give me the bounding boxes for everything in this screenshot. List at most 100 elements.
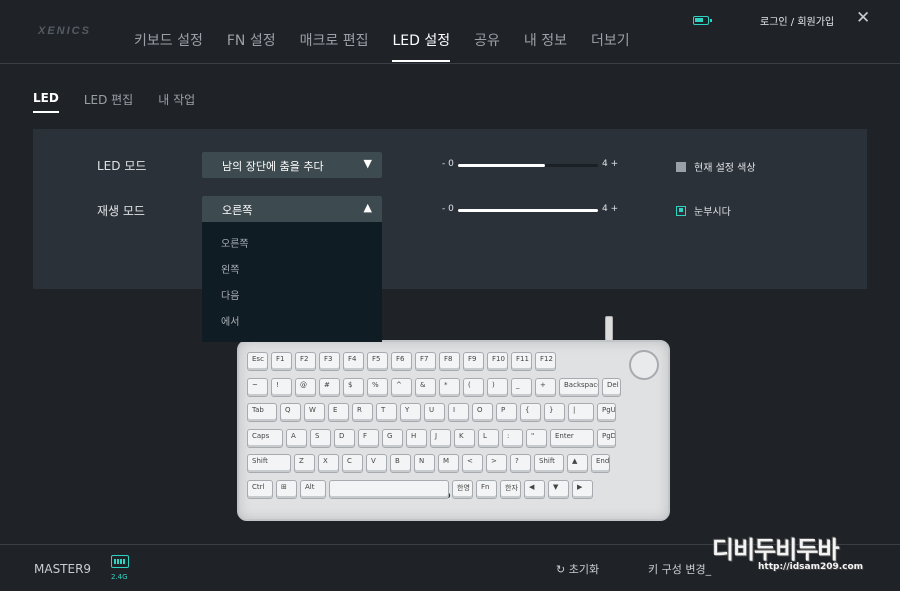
dropdown-option[interactable]: 에서	[202, 300, 382, 328]
dropdown-option[interactable]: 다음	[202, 274, 382, 302]
nav-tab[interactable]: 공유	[474, 30, 500, 62]
keycap: M	[438, 454, 459, 473]
play-mode-dropdown[interactable]: 오른쪽 ▲	[202, 196, 382, 222]
nav-tab[interactable]: 더보기	[591, 30, 630, 62]
nav-tab[interactable]: 내 정보	[524, 30, 567, 62]
keyboard-row: Ctrl ⊞ Alt 한영 Fn 한자 ◀ ▼ ▶	[247, 479, 593, 499]
dazzle-checkbox[interactable]: 눈부시다	[676, 203, 731, 218]
main-nav: 키보드 설정 FN 설정 매크로 편집 LED 설정 공유 내 정보 더보기	[134, 30, 654, 62]
keycap: ◀	[524, 479, 545, 499]
nav-tab[interactable]: 키보드 설정	[134, 30, 203, 62]
watermark-url: http://idsam209.com	[758, 562, 864, 572]
keycap: F	[358, 428, 379, 448]
caret-up-icon: ▲	[363, 201, 372, 214]
keyboard-icon[interactable]	[111, 555, 129, 568]
nav-tab[interactable]: 매크로 편집	[300, 30, 369, 62]
keycap: Z	[294, 454, 315, 473]
keycap: B	[390, 454, 411, 473]
keycap: D	[334, 428, 355, 448]
keycap: Fn	[476, 479, 497, 499]
sub-tab[interactable]: LED 편집	[84, 91, 133, 113]
keycap: <	[462, 454, 483, 473]
slider-min-label: - 0	[442, 204, 454, 214]
keycap: W	[304, 403, 325, 422]
keycap: P	[496, 403, 517, 422]
dropdown-option[interactable]: 오른쪽	[202, 222, 382, 250]
brand-logo: XENICS	[38, 25, 91, 37]
keycap: F2	[295, 352, 316, 371]
dropdown-option[interactable]: 왼쪽	[202, 248, 382, 276]
keyboard-row: Esc F1 F2 F3 F4 F5 F6 F7 F8 F9 F10 F11 F12	[247, 352, 556, 371]
keycap: Enter	[550, 428, 594, 448]
key-config-button[interactable]: 키 구성 변경_	[648, 561, 711, 577]
keycap: Alt	[300, 479, 326, 499]
keycap: L	[478, 428, 499, 448]
led-mode-dropdown[interactable]: 남의 장단에 춤을 추다 ▼	[202, 152, 382, 178]
keycap: ⊞	[276, 479, 297, 499]
keycap: _	[511, 377, 532, 397]
watermark: 디비두비두바 http://idsam209.com	[712, 530, 890, 582]
dazzle-label: 눈부시다	[694, 207, 731, 218]
keycap: ▶	[572, 479, 593, 499]
current-color-checkbox[interactable]: 현재 설정 색상	[676, 159, 756, 174]
slider-fill	[458, 164, 545, 167]
play-mode-options: 오른쪽 왼쪽 다음 에서	[202, 222, 382, 342]
volume-knob	[629, 350, 659, 380]
keycap: Del	[602, 377, 621, 397]
keycap: PgUp	[597, 403, 616, 422]
sub-tab[interactable]: LED	[33, 91, 59, 113]
keycap: Y	[400, 403, 421, 422]
led-mode-value: 남의 장단에 춤을 추다	[222, 160, 324, 173]
slider-track[interactable]	[458, 164, 598, 167]
speed-slider[interactable]: - 0 4 +	[442, 204, 622, 216]
device-name: MASTER9	[34, 562, 92, 576]
close-icon[interactable]: ✕	[856, 10, 870, 27]
keycap: Backspace	[559, 377, 599, 397]
keycap: G	[382, 428, 403, 448]
nav-tab[interactable]: FN 설정	[227, 30, 276, 62]
nav-tab[interactable]: LED 설정	[392, 30, 451, 62]
keycap: "	[526, 428, 547, 448]
keycap: F9	[463, 352, 484, 371]
brightness-slider[interactable]: - 0 4 +	[442, 159, 622, 171]
keycap: %	[367, 377, 388, 397]
keycap: )	[487, 377, 508, 397]
keyboard-preview: MASTER-9 EscF1F2F3F4F5F6F7F8F9F10F11F12~…	[237, 316, 670, 521]
usb-cable	[605, 316, 613, 341]
keycap: {	[520, 403, 541, 422]
login-link[interactable]: 로그인 / 회원가입	[760, 13, 834, 28]
keycap: F8	[439, 352, 460, 371]
keycap: >	[486, 454, 507, 473]
keycap: ▼	[548, 479, 569, 499]
slider-track[interactable]	[458, 209, 598, 212]
keycap: *	[439, 377, 460, 397]
keycap: ▲	[567, 454, 588, 473]
keycap: ~	[247, 377, 268, 397]
keycap: ?	[510, 454, 531, 473]
keycap: I	[448, 403, 469, 422]
keycap: C	[342, 454, 363, 473]
keyboard-row: ~! @ # $% ^ & *() _ + Backspace Del	[247, 377, 621, 397]
keyboard-body: MASTER-9 EscF1F2F3F4F5F6F7F8F9F10F11F12~…	[237, 340, 670, 521]
keycap: F12	[535, 352, 556, 371]
watermark-text: 디비두비두바	[712, 536, 839, 564]
keycap: F4	[343, 352, 364, 371]
refresh-icon: ↻	[556, 563, 569, 576]
slider-min-label: - 0	[442, 159, 454, 169]
keycap: $	[343, 377, 364, 397]
caret-down-icon: ▼	[363, 157, 372, 170]
sub-tab[interactable]: 내 작업	[158, 91, 195, 113]
keycap: F5	[367, 352, 388, 371]
keycap: +	[535, 377, 556, 397]
keycap: F1	[271, 352, 292, 371]
reset-button[interactable]: ↻ 초기화	[556, 561, 599, 577]
keycap: N	[414, 454, 435, 473]
keycap: U	[424, 403, 445, 422]
keycap: K	[454, 428, 475, 448]
keycap: Esc	[247, 352, 268, 371]
top-bar: XENICS 키보드 설정 FN 설정 매크로 편집 LED 설정 공유 내 정보 더보기 …	[0, 0, 900, 64]
keycap: }	[544, 403, 565, 422]
keycap: End	[591, 454, 610, 473]
keycap: A	[286, 428, 307, 448]
keycap: 한영	[452, 479, 473, 499]
